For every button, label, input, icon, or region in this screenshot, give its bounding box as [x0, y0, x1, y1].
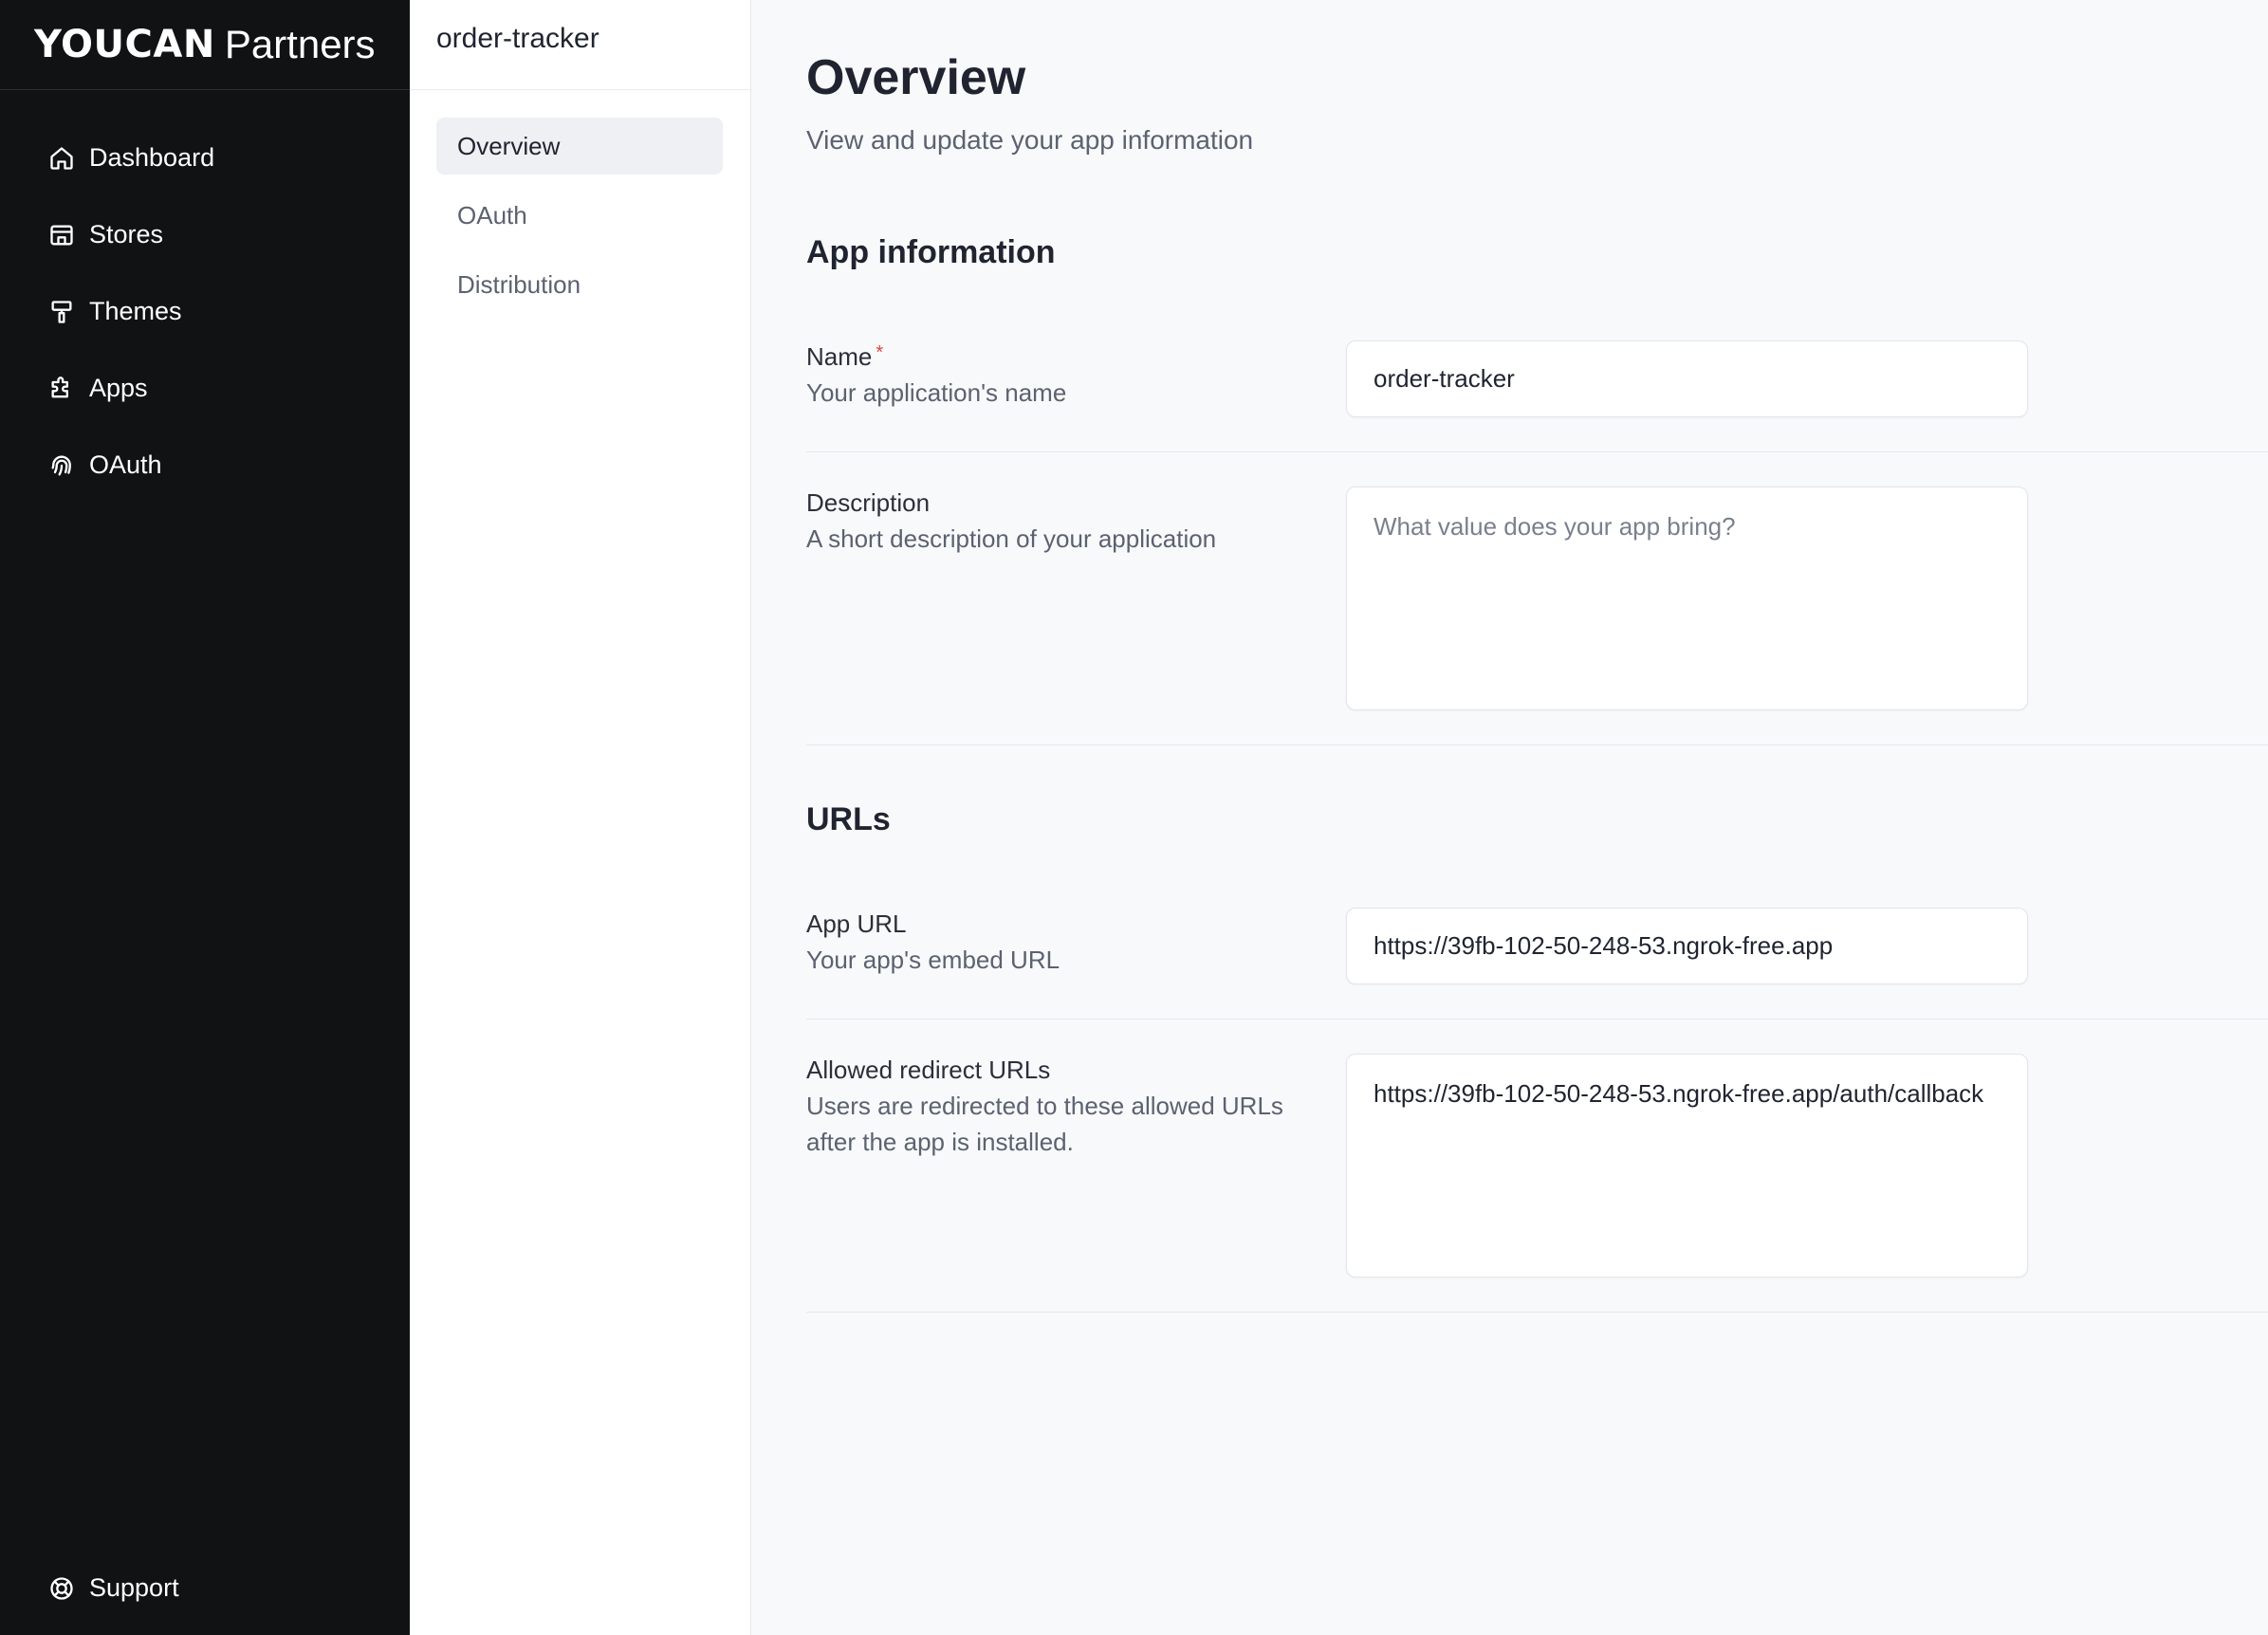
- name-help: Your application's name: [806, 378, 1067, 407]
- description-field[interactable]: [1346, 487, 2028, 710]
- lifebuoy-icon: [47, 1574, 76, 1603]
- app-subnav: Overview OAuth Distribution: [436, 118, 723, 325]
- name-field[interactable]: [1346, 340, 2028, 417]
- store-icon: [47, 221, 76, 249]
- page-subtitle: View and update your app information: [806, 125, 1254, 155]
- support-section: Support: [0, 1550, 410, 1626]
- required-marker: *: [876, 342, 884, 363]
- sidebar-item-dashboard[interactable]: Dashboard: [0, 119, 410, 196]
- redirect-urls-field[interactable]: https://39fb-102-50-248-53.ngrok-free.ap…: [1346, 1054, 2028, 1277]
- app-url-field[interactable]: [1346, 908, 2028, 984]
- sidebar-item-support[interactable]: Support: [0, 1550, 410, 1626]
- sidebar-item-label: Dashboard: [89, 143, 215, 172]
- sidebar-item-apps[interactable]: Apps: [0, 350, 410, 427]
- paint-roller-icon: [47, 298, 76, 326]
- subnav-item-oauth[interactable]: OAuth: [436, 187, 723, 244]
- sidebar-item-label: Themes: [89, 297, 182, 325]
- sidebar-nav: Dashboard Stores Themes Apps OAuth: [0, 119, 410, 504]
- app-panel-title: order-tracker: [436, 23, 599, 54]
- app-panel: order-tracker Overview OAuth Distributio…: [410, 0, 751, 1635]
- name-label: Name *: [806, 342, 883, 372]
- subnav-item-overview[interactable]: Overview: [436, 118, 723, 175]
- sidebar-item-oauth[interactable]: OAuth: [0, 427, 410, 504]
- name-label-text: Name: [806, 342, 873, 371]
- primary-sidebar: YOUCAN Partners Dashboard Stores Themes: [0, 0, 410, 1635]
- sidebar-item-label: Stores: [89, 220, 164, 248]
- home-icon: [47, 144, 76, 173]
- main-content: Overview View and update your app inform…: [806, 0, 2268, 1635]
- redirect-urls-label: Allowed redirect URLs: [806, 1056, 1051, 1084]
- sidebar-item-label: Apps: [89, 374, 148, 402]
- row-divider: [806, 451, 2268, 452]
- brand-suffix: Partners: [224, 22, 376, 66]
- section-title-app-information: App information: [806, 234, 1056, 270]
- app-panel-divider: [410, 89, 750, 90]
- app-url-label: App URL: [806, 909, 907, 938]
- brand-logo[interactable]: YOUCAN Partners: [34, 17, 376, 72]
- subnav-item-distribution[interactable]: Distribution: [436, 256, 723, 313]
- row-divider: [806, 744, 2268, 745]
- sidebar-item-stores[interactable]: Stores: [0, 196, 410, 273]
- brand-wordmark: YOUCAN: [34, 23, 215, 66]
- redirect-urls-help: Users are redirected to these allowed UR…: [806, 1092, 1283, 1156]
- row-divider: [806, 1312, 2268, 1313]
- puzzle-icon: [47, 375, 76, 403]
- section-title-urls: URLs: [806, 801, 891, 837]
- sidebar-item-themes[interactable]: Themes: [0, 273, 410, 350]
- page-title: Overview: [806, 50, 1026, 105]
- sidebar-item-label: Support: [89, 1573, 179, 1602]
- description-help: A short description of your application: [806, 524, 1217, 553]
- sidebar-item-label: OAuth: [89, 450, 162, 479]
- app-url-help: Your app's embed URL: [806, 946, 1060, 974]
- description-label: Description: [806, 488, 931, 517]
- row-divider: [806, 1019, 2268, 1020]
- fingerprint-icon: [47, 451, 76, 480]
- sidebar-divider: [0, 89, 410, 90]
